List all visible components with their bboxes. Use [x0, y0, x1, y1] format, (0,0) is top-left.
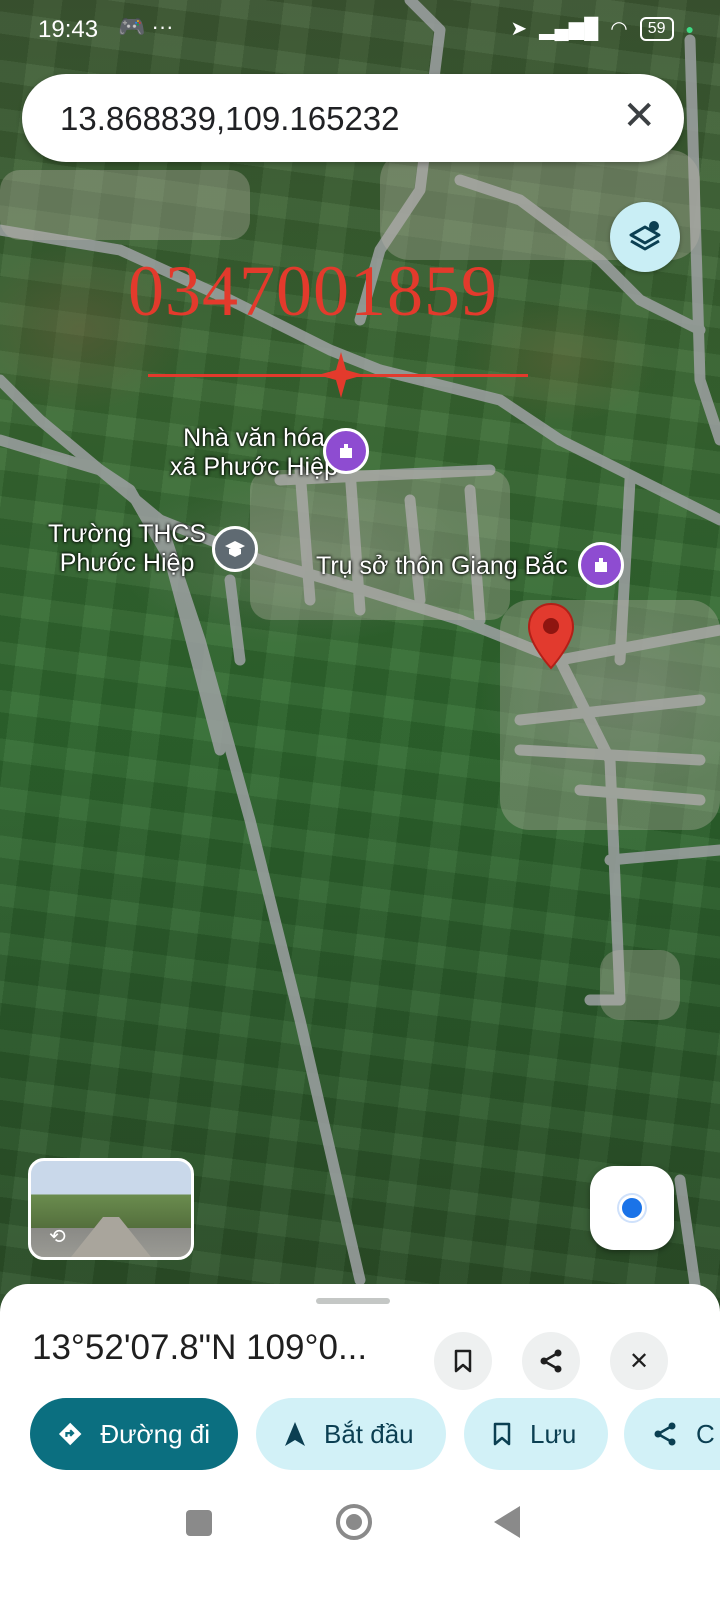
landmark-icon[interactable] [578, 542, 624, 588]
share-button[interactable] [522, 1332, 580, 1390]
layers-icon [629, 221, 661, 251]
share-icon [654, 1422, 676, 1446]
street-view-road [71, 1217, 151, 1257]
camera-dot-icon: ● [685, 20, 694, 37]
place-name: Trụ sở thôn Giang Bắc [316, 552, 568, 580]
search-query[interactable]: 13.868839,109.165232 [60, 100, 400, 138]
place-name: Trường THCS Phước Hiệp [48, 520, 207, 577]
place-label-village-office[interactable]: Trụ sở thôn Giang Bắc [316, 552, 568, 581]
home-icon[interactable] [336, 1504, 372, 1540]
status-bar: 19:43 🎮 ··· ➤ ▂▄▆█ ◠ 59 ● [0, 0, 720, 60]
chip-label: C [696, 1418, 715, 1449]
bookmark-icon [493, 1422, 511, 1446]
close-sheet-button[interactable]: ✕ [610, 1332, 668, 1390]
notification-icons: 🎮 ··· [118, 14, 174, 39]
chip-label: Lưu [530, 1418, 577, 1449]
share-chip-button[interactable]: C [624, 1398, 720, 1470]
location-pin-icon[interactable] [526, 602, 576, 670]
phone-number-overlay: 0347001859 [128, 251, 498, 331]
back-icon[interactable] [494, 1506, 520, 1538]
bottom-sheet: 13°52'07.8"N 109°0... ✕ Đường đi Bắt đầu… [0, 1284, 720, 1600]
drag-handle[interactable] [316, 1298, 390, 1304]
save-button[interactable]: Lưu [464, 1398, 608, 1470]
battery-icon: 59 [639, 16, 674, 41]
place-name: Nhà văn hóa xã Phước Hiệp [170, 424, 338, 481]
school-icon[interactable] [212, 526, 258, 572]
search-bar[interactable]: 13.868839,109.165232 ✕ [22, 74, 684, 162]
save-bookmark-button[interactable] [434, 1332, 492, 1390]
navigate-icon [285, 1422, 305, 1446]
signal-icon: ▂▄▆█ [539, 18, 599, 40]
road-network [0, 0, 720, 1320]
close-icon: ✕ [628, 1347, 650, 1375]
clear-search-icon[interactable]: ✕ [622, 94, 656, 138]
landmark-icon[interactable] [323, 428, 369, 474]
bookmark-icon [454, 1349, 472, 1373]
directions-button[interactable]: Đường đi [30, 1398, 238, 1470]
red-star-marker [318, 352, 364, 398]
action-chips: Đường đi Bắt đầu Lưu C [30, 1398, 720, 1470]
system-nav-bar [0, 1486, 720, 1576]
wifi-icon: ◠ [610, 18, 628, 40]
rotate-360-icon: ⟲ [49, 1226, 66, 1248]
layers-button[interactable] [610, 202, 680, 272]
share-icon [540, 1349, 562, 1373]
street-view-thumbnail[interactable]: ⟲ [28, 1158, 194, 1260]
recents-icon[interactable] [186, 1510, 212, 1536]
clock: 19:43 [38, 16, 99, 43]
chip-label: Bắt đầu [324, 1418, 414, 1449]
place-label-cultural-house[interactable]: Nhà văn hóa xã Phước Hiệp [170, 424, 338, 482]
place-label-school[interactable]: Trường THCS Phước Hiệp [48, 520, 206, 578]
start-navigation-button[interactable]: Bắt đầu [256, 1398, 446, 1470]
place-title: 13°52'07.8"N 109°0... [32, 1328, 368, 1367]
satellite-map[interactable]: 19:43 🎮 ··· ➤ ▂▄▆█ ◠ 59 ● 13.868839,109.… [0, 0, 720, 1320]
system-icons: ➤ ▂▄▆█ ◠ 59 ● [510, 16, 694, 41]
location-arrow-icon: ➤ [510, 18, 528, 40]
chip-label: Đường đi [100, 1418, 210, 1449]
my-location-button[interactable] [590, 1166, 674, 1250]
my-location-icon [619, 1195, 645, 1221]
directions-icon [58, 1422, 82, 1446]
